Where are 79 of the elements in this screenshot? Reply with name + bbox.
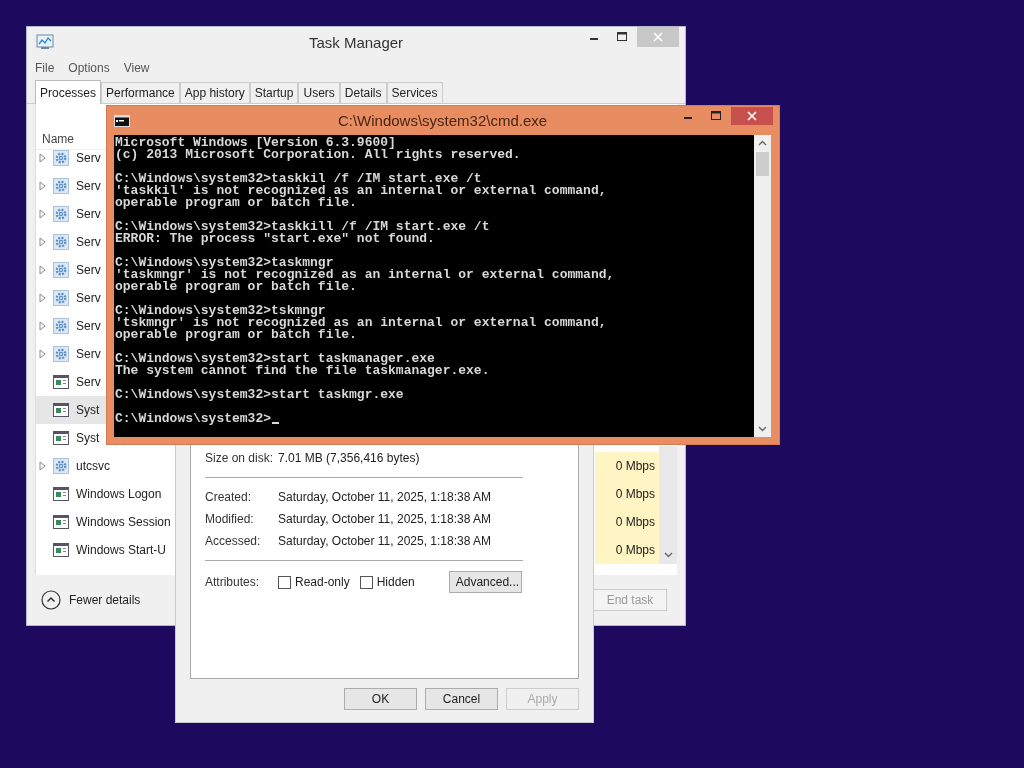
column-header[interactable]: Name: [42, 132, 74, 146]
tab[interactable]: Processes: [35, 80, 102, 104]
field-label: Created:: [205, 490, 253, 504]
field-value: Saturday, October 11, 2025, 1:18:38 AM: [278, 490, 492, 504]
field-label: Modified:: [205, 512, 255, 526]
process-row[interactable]: Windows Start-U: [36, 536, 167, 564]
process-row[interactable]: Serv: [36, 312, 101, 340]
process-name: Serv: [76, 375, 101, 389]
link-text[interactable]: Fewer details: [69, 593, 141, 607]
checkbox-label[interactable]: Hidden: [376, 575, 415, 589]
menu-item[interactable]: Options: [68, 61, 110, 75]
process-name: Syst: [76, 403, 100, 417]
network-cell: 0 Mbps: [595, 480, 659, 508]
process-name: Serv: [76, 235, 101, 249]
tab[interactable]: App history: [179, 82, 250, 103]
fewer-details-link[interactable]: Fewer details: [41, 590, 141, 610]
field-label: Accessed:: [205, 534, 262, 548]
process-name: Windows Session: [76, 515, 171, 529]
process-name: Serv: [76, 319, 101, 333]
process-name: Serv: [76, 151, 101, 165]
process-row[interactable]: Serv: [36, 284, 101, 312]
console-line: C:\Windows\system32>tskmngr: [115, 305, 326, 317]
console-line: The system cannot find the file taskmanager.exe.: [115, 365, 490, 377]
process-row[interactable]: utcsvc: [36, 452, 110, 480]
advanced-button[interactable]: Advanced...: [448, 571, 522, 593]
tab[interactable]: Users: [298, 82, 340, 103]
process-name: Serv: [76, 291, 101, 305]
process-name: Serv: [76, 263, 101, 277]
console-line: C:\Windows\system32>taskkill /f /IM start.exe /t: [115, 221, 490, 233]
field-value: Saturday, October 11, 2025, 1:18:38 AM: [278, 512, 492, 526]
console-line: 'taskmngr' is not recognized as an internal or external command,: [115, 269, 615, 281]
process-name: Serv: [76, 207, 101, 221]
console-line: 'taskkil' is not recognized as an internal or external command,: [115, 185, 607, 197]
menu-item[interactable]: View: [123, 61, 150, 75]
console-line: C:\Windows\system32>taskkil /f /IM start.exe /t: [115, 173, 482, 185]
field-label: Size on disk:: [205, 451, 275, 465]
menu-item[interactable]: File: [35, 61, 55, 75]
process-row[interactable]: Serv: [36, 256, 101, 284]
console-line: operable program or batch file.: [115, 329, 357, 341]
dialog-button[interactable]: Cancel: [425, 688, 498, 710]
process-name: Windows Start-U: [76, 543, 167, 557]
console-line: operable program or batch file.: [115, 197, 357, 209]
tab[interactable]: Startup: [249, 82, 299, 103]
console-line: Microsoft Windows [Version 6.3.9600]: [115, 137, 396, 149]
tab[interactable]: Performance: [101, 82, 180, 103]
tab[interactable]: Details: [339, 82, 387, 103]
checkbox-label[interactable]: Read-only: [295, 575, 350, 589]
console-line: C:\Windows\system32>taskmngr: [115, 257, 334, 269]
window-title: C:\Windows\system32\cmd.exe: [337, 112, 548, 129]
process-name: Serv: [76, 179, 101, 193]
process-row[interactable]: Syst: [36, 424, 100, 452]
process-row[interactable]: Windows Session: [36, 508, 171, 536]
field-label: Attributes:: [205, 575, 261, 589]
console-line: C:\Windows\system32>start taskmanager.exe: [115, 353, 435, 365]
network-cell: 0 Mbps: [595, 452, 659, 480]
process-row[interactable]: Serv: [36, 200, 101, 228]
process-name: Syst: [76, 431, 100, 445]
window-title: Task Manager: [308, 33, 404, 51]
console-line: C:\Windows\system32>start taskmgr.exe: [115, 389, 404, 401]
process-name: Windows Logon: [76, 487, 162, 501]
process-row[interactable]: Serv: [36, 368, 101, 396]
console-line: operable program or batch file.: [115, 281, 357, 293]
process-row[interactable]: Serv: [36, 144, 101, 172]
process-row[interactable]: Serv: [36, 228, 101, 256]
console-line: C:\Windows\system32>: [115, 413, 272, 425]
process-row[interactable]: Serv: [36, 340, 101, 368]
process-row[interactable]: Windows Logon: [36, 480, 162, 508]
process-row[interactable]: Serv: [36, 172, 101, 200]
dialog-button[interactable]: OK: [344, 688, 417, 710]
process-name: utcsvc: [76, 459, 110, 473]
process-name: Serv: [76, 347, 101, 361]
console-line: 'tskmngr' is not recognized as an internal or external command,: [115, 317, 607, 329]
field-value: Saturday, October 11, 2025, 1:18:38 AM: [278, 534, 492, 548]
network-cell: 0 Mbps: [595, 536, 659, 564]
console-line: (c) 2013 Microsoft Corporation. All rights reserved.: [115, 149, 521, 161]
field-value: 7.01 MB (7,356,416 bytes): [278, 451, 420, 465]
tab[interactable]: Services: [386, 82, 443, 103]
console-line: ERROR: The process "start.exe" not found.: [115, 233, 435, 245]
network-cell: 0 Mbps: [595, 508, 659, 536]
